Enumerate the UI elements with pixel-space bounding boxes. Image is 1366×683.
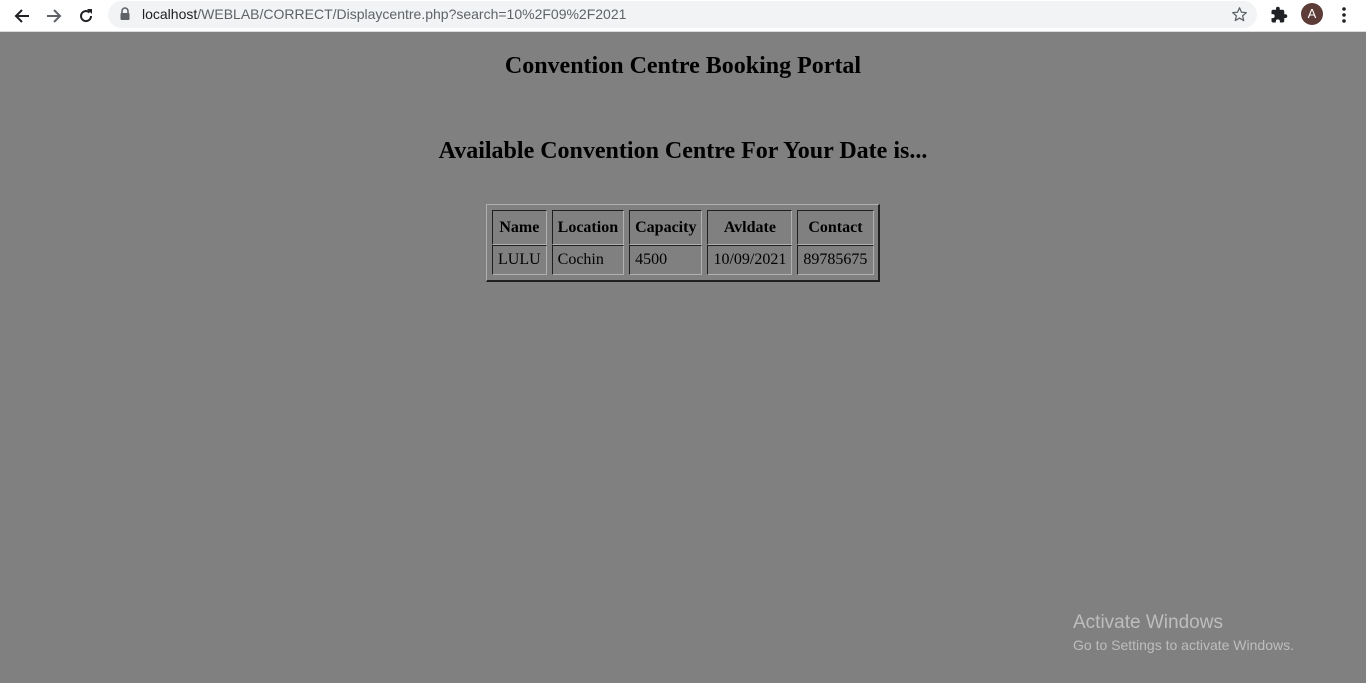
page-title: Convention Centre Booking Portal xyxy=(504,53,862,79)
url-path: /WEBLAB/CORRECT/Displaycentre.php?search… xyxy=(197,6,627,22)
header-capacity: Capacity xyxy=(629,210,703,245)
url-text[interactable]: localhost/WEBLAB/CORRECT/Displaycentre.p… xyxy=(142,6,626,22)
back-button[interactable] xyxy=(9,3,35,29)
results-table: Name Location Capacity Avldate Contact L… xyxy=(487,210,879,275)
cell-location: Cochin xyxy=(551,245,625,275)
address-bar[interactable]: localhost/WEBLAB/CORRECT/Displaycentre.p… xyxy=(108,1,1257,28)
lock-icon[interactable] xyxy=(119,7,131,21)
header-location: Location xyxy=(551,210,625,245)
cell-capacity: 4500 xyxy=(629,245,703,275)
page-content: Convention Centre Booking Portal Availab… xyxy=(0,33,1366,683)
results-heading: Available Convention Centre For Your Dat… xyxy=(438,138,928,164)
forward-button[interactable] xyxy=(41,3,67,29)
table-row: LULU Cochin 4500 10/09/2021 89785675 xyxy=(492,245,874,275)
cell-name: LULU xyxy=(492,245,547,275)
reload-icon xyxy=(80,9,93,23)
arrow-right-icon xyxy=(47,9,62,23)
header-name: Name xyxy=(492,210,547,245)
star-icon[interactable] xyxy=(1231,6,1248,23)
activate-windows-watermark: Activate Windows Go to Settings to activ… xyxy=(1073,612,1294,655)
table-header-row: Name Location Capacity Avldate Contact xyxy=(492,210,874,245)
profile-avatar[interactable]: A xyxy=(1301,3,1323,25)
puzzle-icon[interactable] xyxy=(1270,6,1288,24)
header-avldate: Avldate xyxy=(707,210,793,245)
arrow-left-icon xyxy=(14,9,29,23)
url-host: localhost xyxy=(142,6,198,22)
cell-avldate: 10/09/2021 xyxy=(707,245,793,275)
results-table-frame: Name Location Capacity Avldate Contact L… xyxy=(486,204,880,282)
reload-button[interactable] xyxy=(73,3,99,29)
header-contact: Contact xyxy=(797,210,874,245)
kebab-menu-icon[interactable] xyxy=(1338,6,1350,24)
browser-toolbar: localhost/WEBLAB/CORRECT/Displaycentre.p… xyxy=(0,0,1366,32)
watermark-subtitle: Go to Settings to activate Windows. xyxy=(1073,637,1294,653)
cell-contact: 89785675 xyxy=(797,245,874,275)
watermark-title: Activate Windows xyxy=(1073,612,1223,633)
